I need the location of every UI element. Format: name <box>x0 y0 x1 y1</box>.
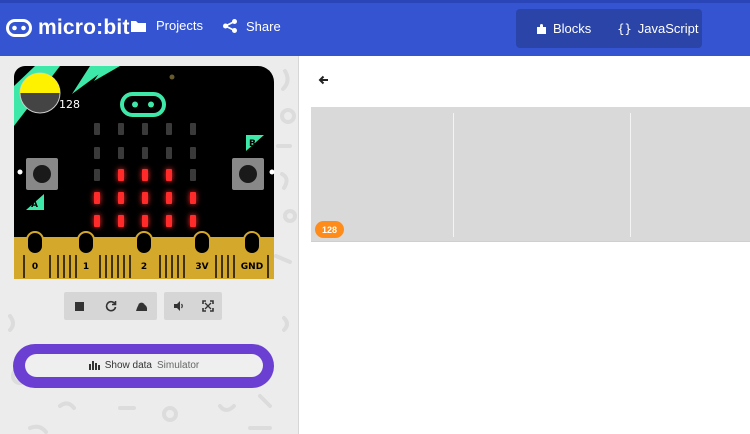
slow-mo-button[interactable] <box>133 297 151 315</box>
blocks-button[interactable]: Blocks <box>536 21 591 36</box>
header-accent <box>0 0 750 3</box>
simulator-panel: 128 A B 0 1 2 3V GND Show data Simulator <box>0 56 299 434</box>
arrow-left-icon <box>318 75 328 85</box>
button-b-label: B <box>249 139 256 149</box>
light-level-value: 128 <box>59 98 80 111</box>
stop-button[interactable] <box>71 297 89 315</box>
fullscreen-button[interactable] <box>199 297 217 315</box>
javascript-label: JavaScript <box>637 21 699 36</box>
restart-button[interactable] <box>102 297 120 315</box>
projects-label: Projects <box>156 18 203 33</box>
graph-divider <box>453 113 454 237</box>
top-menu-bar: micro:bit Projects Share Blocks {} JavaS… <box>0 0 750 56</box>
restart-icon <box>105 300 116 312</box>
show-data-label: Show data <box>104 360 152 371</box>
back-button[interactable] <box>316 72 332 88</box>
share-icon <box>223 19 237 33</box>
puzzle-icon <box>537 23 546 34</box>
pin-label: 1 <box>83 262 89 272</box>
blocks-label: Blocks <box>553 21 592 36</box>
fullscreen-icon <box>201 300 214 312</box>
editor-mode-toggle: Blocks {} JavaScript <box>516 9 702 48</box>
stop-icon <box>75 301 84 311</box>
pin-label: 0 <box>32 262 38 272</box>
pin-label: 2 <box>141 262 147 272</box>
microbit-logo[interactable]: micro:bit <box>6 16 130 40</box>
mute-button[interactable] <box>170 297 188 315</box>
graph-divider <box>630 113 631 237</box>
show-data-simulator-button[interactable]: Show data Simulator <box>25 354 263 377</box>
show-data-container: Show data Simulator <box>13 344 274 388</box>
simulator-controls <box>64 292 157 320</box>
javascript-button[interactable]: {} JavaScript <box>617 21 698 36</box>
braces-icon: {} <box>617 21 632 36</box>
projects-button[interactable]: Projects <box>130 18 203 33</box>
share-label: Share <box>246 18 281 34</box>
microbit-logo-icon <box>6 19 32 37</box>
logo-text: micro:bit <box>38 16 130 39</box>
folder-icon <box>131 20 146 32</box>
simulator-label: Simulator <box>157 360 200 371</box>
data-graph-panel: 128 <box>311 107 750 242</box>
speaker-icon <box>173 301 183 311</box>
button-a-label: A <box>31 200 38 210</box>
pin-label: GND <box>241 262 263 272</box>
snail-icon <box>136 302 148 311</box>
bar-chart-icon <box>88 361 100 370</box>
share-button[interactable]: Share <box>222 18 281 34</box>
current-value-badge: 128 <box>315 221 345 238</box>
simulator-controls-2 <box>164 292 222 320</box>
pin-label: 3V <box>195 262 208 272</box>
